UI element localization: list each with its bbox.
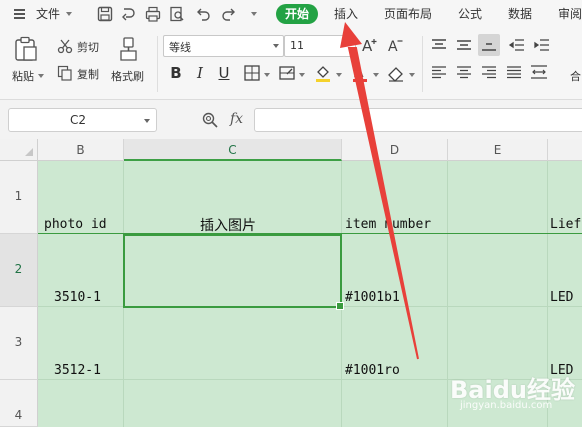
ribbon: 粘贴 剪切 复制 格式刷 等线 11 A A B I U A 合 bbox=[0, 28, 582, 100]
cell-d1[interactable]: item number bbox=[345, 217, 431, 232]
copy-icon[interactable] bbox=[57, 65, 73, 81]
font-name-select[interactable]: 等线 bbox=[163, 35, 284, 57]
column-header-e[interactable]: E bbox=[448, 139, 548, 161]
select-all-corner[interactable] bbox=[0, 139, 38, 161]
fill-color-caret-icon[interactable] bbox=[336, 73, 342, 77]
cell-f1[interactable]: Lief bbox=[550, 217, 581, 232]
row-header-4[interactable]: 4 bbox=[0, 380, 38, 427]
hamburger-icon[interactable] bbox=[14, 9, 25, 19]
cell-b2[interactable]: 3510-1 bbox=[54, 290, 101, 305]
cell-style-icon[interactable] bbox=[278, 64, 296, 82]
eraser-icon[interactable] bbox=[386, 63, 406, 83]
align-top-icon[interactable] bbox=[431, 38, 447, 52]
baidu-watermark: Baidu经验 jingyan.baidu.com bbox=[448, 370, 578, 420]
font-name-value: 等线 bbox=[169, 41, 191, 54]
row-header-1[interactable]: 1 bbox=[0, 161, 38, 234]
column-header-f[interactable] bbox=[548, 139, 582, 161]
paste-icon[interactable] bbox=[14, 36, 38, 62]
justify-icon[interactable] bbox=[506, 65, 522, 79]
row-header-3[interactable]: 3 bbox=[0, 307, 38, 380]
tab-home[interactable]: 开始 bbox=[276, 4, 318, 24]
ribbon-divider bbox=[157, 36, 158, 92]
font-color-icon[interactable]: A bbox=[352, 63, 370, 83]
print-preview-icon[interactable] bbox=[168, 5, 186, 23]
cell-f2[interactable]: LED bbox=[550, 290, 573, 305]
formula-bar: C2 fx bbox=[0, 101, 582, 139]
tab-page-layout[interactable]: 页面布局 bbox=[384, 0, 432, 28]
chevron-down-icon bbox=[273, 44, 279, 48]
decrease-indent-icon[interactable] bbox=[509, 38, 525, 52]
format-painter-icon[interactable] bbox=[118, 36, 140, 62]
file-menu[interactable]: 文件 bbox=[36, 0, 60, 28]
italic-button[interactable]: I bbox=[191, 63, 209, 83]
quick-access-more-icon[interactable] bbox=[251, 12, 257, 16]
paste-button[interactable]: 粘贴 bbox=[12, 68, 34, 84]
bold-button[interactable]: B bbox=[167, 63, 185, 83]
zoom-search-icon[interactable] bbox=[201, 111, 219, 129]
tab-formulas[interactable]: 公式 bbox=[458, 0, 482, 28]
share-icon[interactable] bbox=[120, 5, 138, 23]
name-box-value: C2 bbox=[69, 113, 86, 127]
cell-c1[interactable]: 插入图片 bbox=[200, 215, 256, 235]
shrink-font-icon[interactable]: A bbox=[387, 36, 405, 54]
column-header-d[interactable]: D bbox=[342, 139, 448, 161]
cell-d2[interactable]: #1001b1 bbox=[345, 290, 400, 305]
svg-text:A: A bbox=[362, 37, 373, 54]
svg-text:A: A bbox=[354, 65, 364, 81]
row-header-2[interactable]: 2 bbox=[0, 234, 38, 307]
name-box[interactable]: C2 bbox=[8, 108, 157, 132]
copy-button[interactable]: 复制 bbox=[77, 66, 99, 82]
align-left-icon[interactable] bbox=[431, 65, 447, 79]
file-menu-caret-icon[interactable] bbox=[66, 12, 72, 16]
border-icon[interactable] bbox=[243, 64, 261, 82]
cell-d3[interactable]: #1001ro bbox=[345, 363, 400, 378]
menu-bar: 文件 开始 插入 页面布局 公式 数据 审阅 bbox=[0, 0, 582, 28]
align-middle-icon[interactable] bbox=[456, 38, 472, 52]
redo-icon[interactable] bbox=[220, 5, 238, 23]
cell-b1[interactable]: photo id bbox=[44, 217, 107, 232]
cell-style-caret-icon[interactable] bbox=[299, 73, 305, 77]
distribute-icon[interactable] bbox=[530, 64, 548, 80]
fx-icon[interactable]: fx bbox=[230, 111, 243, 127]
increase-indent-icon[interactable] bbox=[534, 38, 550, 52]
column-header-c[interactable]: C bbox=[124, 139, 342, 161]
tab-review[interactable]: 审阅 bbox=[558, 0, 582, 28]
scissors-icon[interactable] bbox=[57, 38, 73, 54]
tab-data[interactable]: 数据 bbox=[508, 0, 532, 28]
tab-insert[interactable]: 插入 bbox=[334, 0, 358, 28]
print-icon[interactable] bbox=[144, 5, 162, 23]
underline-button[interactable]: U bbox=[215, 63, 233, 83]
svg-text:A: A bbox=[388, 39, 398, 54]
font-size-value: 11 bbox=[290, 39, 304, 52]
column-header-b[interactable]: B bbox=[38, 139, 124, 161]
format-painter-button[interactable]: 格式刷 bbox=[111, 68, 144, 84]
chevron-down-icon[interactable] bbox=[144, 119, 150, 123]
ribbon-divider bbox=[422, 36, 423, 92]
paste-caret-icon[interactable] bbox=[38, 74, 44, 78]
align-bottom-icon[interactable] bbox=[478, 34, 500, 56]
font-color-caret-icon[interactable] bbox=[373, 73, 379, 77]
border-caret-icon[interactable] bbox=[264, 73, 270, 77]
cut-button[interactable]: 剪切 bbox=[77, 39, 99, 55]
font-size-select[interactable]: 11 bbox=[284, 35, 356, 57]
fill-color-icon[interactable] bbox=[313, 63, 333, 83]
watermark-url: jingyan.baidu.com bbox=[460, 400, 553, 411]
undo-icon[interactable] bbox=[194, 5, 212, 23]
cell-b3[interactable]: 3512-1 bbox=[54, 363, 101, 378]
merge-button[interactable]: 合 bbox=[570, 68, 581, 84]
align-center-icon[interactable] bbox=[456, 65, 472, 79]
grow-font-icon[interactable]: A bbox=[361, 36, 379, 54]
save-icon[interactable] bbox=[96, 5, 114, 23]
formula-input[interactable] bbox=[254, 108, 582, 132]
active-cell-c2[interactable] bbox=[123, 234, 344, 310]
clear-caret-icon[interactable] bbox=[409, 73, 415, 77]
align-right-icon[interactable] bbox=[481, 65, 497, 79]
